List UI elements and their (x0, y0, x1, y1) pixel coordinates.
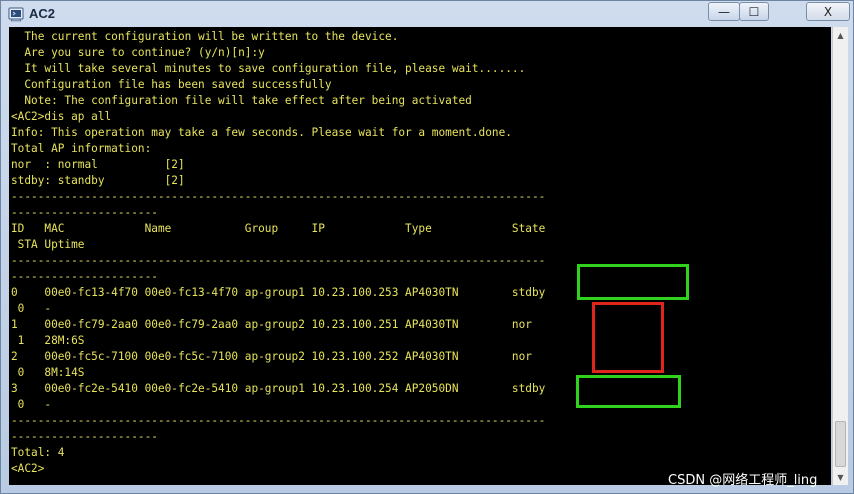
window-title: AC2 (29, 6, 56, 21)
terminal-window: AC2 — ☐ X The current configuration will… (0, 0, 854, 494)
terminal-app-icon (8, 7, 24, 22)
terminal-line: 0 - (11, 302, 52, 315)
terminal-line: The current configuration will be writte… (11, 30, 399, 43)
scroll-down-icon[interactable]: ▼ (833, 469, 848, 485)
terminal-line: 0 8M:14S (11, 366, 85, 379)
minimize-icon: — (718, 4, 730, 19)
maximize-button[interactable]: ☐ (739, 2, 769, 21)
terminal-output[interactable]: The current configuration will be writte… (9, 27, 831, 485)
terminal-line: Are you sure to continue? (y/n)[n]:y (11, 46, 265, 59)
terminal-line: <AC2> (11, 462, 45, 475)
terminal-line: Total AP information: (11, 142, 152, 155)
close-button[interactable]: X (806, 2, 850, 21)
terminal-line: ID MAC Name Group IP Type State (11, 222, 546, 235)
minimize-button[interactable]: — (708, 2, 740, 21)
terminal-line: <AC2>dis ap all (11, 110, 112, 123)
vertical-scrollbar[interactable]: ▲ ▼ (832, 27, 848, 485)
terminal-line: 0 00e0-fc13-4f70 00e0-fc13-4f70 ap-group… (11, 286, 546, 299)
terminal-line: 1 28M:6S (11, 334, 85, 347)
scroll-thumb[interactable] (835, 421, 846, 467)
scroll-up-icon[interactable]: ▲ (833, 27, 848, 43)
terminal-line: stdby: standby [2] (11, 174, 185, 187)
terminal-line: 2 00e0-fc5c-7100 00e0-fc5c-7100 ap-group… (11, 350, 532, 363)
terminal-line: Info: This operation may take a few seco… (11, 126, 512, 139)
maximize-icon: ☐ (748, 4, 760, 19)
stdby-highlight-box (576, 375, 681, 408)
terminal-line: 3 00e0-fc2e-5410 00e0-fc2e-5410 ap-group… (11, 382, 546, 395)
terminal-line: ---------------------- (11, 270, 158, 283)
terminal-line: Total: 4 (11, 446, 65, 459)
terminal-line: ---------------------- (11, 206, 158, 219)
terminal-line: Note: The configuration file will take e… (11, 94, 472, 107)
terminal-line: ---------------------- (11, 430, 158, 443)
watermark-text: CSDN @网络工程师_ling (668, 473, 818, 488)
close-icon: X (823, 4, 833, 19)
terminal-line: nor : normal [2] (11, 158, 185, 171)
terminal-line: ----------------------------------------… (11, 190, 546, 203)
terminal-line: STA Uptime (11, 238, 85, 251)
nor-highlight-box (592, 302, 664, 373)
terminal-line: ----------------------------------------… (11, 254, 546, 267)
terminal-line: 0 - (11, 398, 52, 411)
terminal-line: Configuration file has been saved succes… (11, 78, 332, 91)
terminal-line: ----------------------------------------… (11, 414, 546, 427)
terminal-line: 1 00e0-fc79-2aa0 00e0-fc79-2aa0 ap-group… (11, 318, 532, 331)
terminal-line: It will take several minutes to save con… (11, 62, 526, 75)
terminal-text[interactable]: The current configuration will be writte… (11, 29, 545, 477)
title-bar[interactable]: AC2 — ☐ X (1, 1, 853, 27)
stdby-highlight-box (577, 264, 689, 300)
